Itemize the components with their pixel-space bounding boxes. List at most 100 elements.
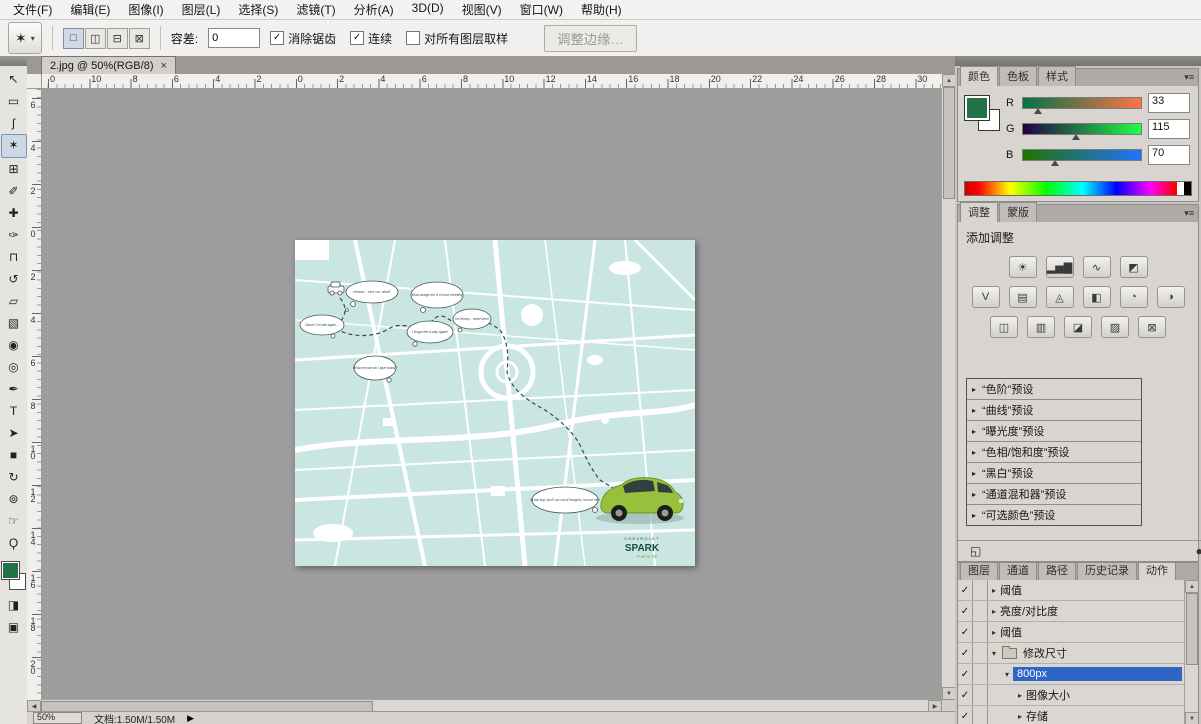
action-dialog-toggle[interactable] bbox=[973, 622, 988, 642]
actions-scroll-thumb[interactable] bbox=[1186, 593, 1198, 665]
eraser-tool[interactable]: ▱ bbox=[2, 290, 26, 312]
expand-triangle-icon[interactable]: ▸ bbox=[972, 490, 976, 499]
action-check[interactable]: ✓ bbox=[958, 706, 973, 724]
panel-tab[interactable]: 颜色 bbox=[960, 66, 998, 86]
canvas-vertical-scrollbar[interactable]: ▲ ▼ bbox=[941, 74, 955, 700]
blur-tool[interactable]: ◉ bbox=[2, 334, 26, 356]
crop-tool[interactable]: ⊞ bbox=[2, 158, 26, 180]
panel-tab[interactable]: 图层 bbox=[960, 562, 998, 580]
panel-tab[interactable]: 动作 bbox=[1138, 562, 1176, 580]
expand-triangle-icon[interactable]: ▸ bbox=[972, 448, 976, 457]
menu-item[interactable]: 图像(I) bbox=[119, 0, 172, 19]
expand-triangle-icon[interactable]: ▸ bbox=[972, 469, 976, 478]
tool-preset-picker[interactable]: ✶ ▾ bbox=[8, 22, 42, 54]
posterize-adjustment-icon[interactable]: ▥ bbox=[1027, 316, 1055, 338]
checkbox-box[interactable]: ✓ bbox=[350, 31, 364, 45]
black-white-adjustment-icon[interactable]: ◧ bbox=[1083, 286, 1111, 308]
action-check[interactable]: ✓ bbox=[958, 685, 973, 705]
selective-color-adjustment-icon[interactable]: ⊠ bbox=[1138, 316, 1166, 338]
preset-row[interactable]: ▸“曝光度”预设 bbox=[967, 421, 1141, 442]
checkbox-box[interactable] bbox=[406, 31, 420, 45]
white-black-swatches[interactable] bbox=[1177, 182, 1191, 195]
scroll-down-icon[interactable]: ▼ bbox=[1185, 712, 1199, 724]
threshold-adjustment-icon[interactable]: ◪ bbox=[1064, 316, 1092, 338]
action-row[interactable]: ✓▸阈值 bbox=[958, 580, 1185, 601]
eyedropper-tool[interactable]: ✐ bbox=[2, 180, 26, 202]
menu-item[interactable]: 编辑(E) bbox=[61, 0, 119, 19]
preset-row[interactable]: ▸“黑白”预设 bbox=[967, 463, 1141, 484]
path-selection-tool[interactable]: ➤ bbox=[2, 422, 26, 444]
action-check[interactable]: ✓ bbox=[958, 622, 973, 642]
preset-row[interactable]: ▸“色相/饱和度”预设 bbox=[967, 442, 1141, 463]
panel-menu-icon[interactable]: ▾≡ bbox=[1184, 208, 1194, 219]
menu-item[interactable]: 滤镜(T) bbox=[287, 0, 344, 19]
action-row[interactable]: ✓▸图像大小 bbox=[958, 685, 1185, 706]
color-spectrum-ramp[interactable] bbox=[964, 181, 1192, 196]
expand-triangle-icon[interactable]: ▾ bbox=[992, 649, 996, 658]
expand-triangle-icon[interactable]: ▸ bbox=[992, 607, 996, 616]
channel-slider[interactable] bbox=[1022, 149, 1142, 161]
menu-item[interactable]: 图层(L) bbox=[173, 0, 230, 19]
menu-item[interactable]: 视图(V) bbox=[453, 0, 511, 19]
expand-triangle-icon[interactable]: ▸ bbox=[1018, 712, 1022, 721]
photo-filter-adjustment-icon[interactable]: ◔ bbox=[1120, 286, 1148, 308]
action-check[interactable]: ✓ bbox=[958, 601, 973, 621]
channel-value[interactable]: 33 bbox=[1148, 93, 1190, 113]
expand-triangle-icon[interactable]: ▾ bbox=[1005, 670, 1009, 679]
scroll-up-icon[interactable]: ▲ bbox=[1185, 580, 1199, 593]
panel-tab[interactable]: 调整 bbox=[960, 202, 998, 222]
levels-adjustment-icon[interactable]: ▂▅▇ bbox=[1046, 256, 1074, 278]
menu-item[interactable]: 3D(D) bbox=[403, 0, 453, 19]
tools-panel-grip[interactable] bbox=[0, 56, 27, 66]
action-dialog-toggle[interactable] bbox=[973, 601, 988, 621]
panel-tab[interactable]: 通道 bbox=[999, 562, 1037, 580]
action-check[interactable]: ✓ bbox=[958, 643, 973, 663]
slider-thumb[interactable] bbox=[1072, 134, 1080, 140]
scroll-up-icon[interactable]: ▲ bbox=[942, 74, 956, 87]
actions-scrollbar[interactable]: ▲ ▼ bbox=[1184, 580, 1198, 724]
menu-item[interactable]: 选择(S) bbox=[229, 0, 287, 19]
vertical-scroll-thumb[interactable] bbox=[943, 87, 955, 199]
channel-value[interactable]: 70 bbox=[1148, 145, 1190, 165]
zoom-level[interactable]: 50% bbox=[33, 712, 82, 724]
panel-tab[interactable]: 历史记录 bbox=[1077, 562, 1137, 580]
hue-saturation-adjustment-icon[interactable]: ▤ bbox=[1009, 286, 1037, 308]
action-dialog-toggle[interactable] bbox=[973, 580, 988, 600]
3d-rotate-tool[interactable]: ↻ bbox=[2, 466, 26, 488]
panel-tab[interactable]: 路径 bbox=[1038, 562, 1076, 580]
magic-wand-tool[interactable]: ✶ bbox=[1, 134, 27, 158]
clip-reset-icons[interactable]: ●● bbox=[1196, 544, 1201, 558]
history-brush-tool[interactable]: ↺ bbox=[2, 268, 26, 290]
action-check[interactable]: ✓ bbox=[958, 580, 973, 600]
checkbox-sample-all-layers[interactable]: 对所有图层取样 bbox=[406, 30, 508, 47]
action-row[interactable]: ✓▾800px bbox=[958, 664, 1185, 685]
tolerance-input[interactable] bbox=[208, 28, 260, 48]
panel-tab[interactable]: 样式 bbox=[1038, 66, 1076, 86]
screen-mode-button[interactable]: ▣ bbox=[2, 616, 26, 638]
action-dialog-toggle[interactable] bbox=[973, 643, 988, 663]
refine-edge-button[interactable]: 调整边缘… bbox=[544, 25, 637, 52]
expand-triangle-icon[interactable]: ▸ bbox=[972, 406, 976, 415]
checkbox-contiguous[interactable]: ✓连续 bbox=[350, 30, 392, 47]
lasso-tool[interactable]: ʃ bbox=[2, 112, 26, 134]
scroll-down-icon[interactable]: ▼ bbox=[942, 687, 956, 700]
preset-row[interactable]: ▸“通道混和器”预设 bbox=[967, 484, 1141, 505]
marquee-tool[interactable]: ▭ bbox=[2, 90, 26, 112]
shape-tool[interactable]: ■ bbox=[2, 444, 26, 466]
action-row[interactable]: ✓▸存储 bbox=[958, 706, 1185, 724]
move-tool[interactable]: ↖ bbox=[2, 68, 26, 90]
brush-tool[interactable]: ✑ bbox=[2, 224, 26, 246]
document-image[interactable]: Hmmm... nice car, what? Must dodge the 8… bbox=[295, 240, 695, 566]
slider-thumb[interactable] bbox=[1051, 160, 1059, 166]
document-tab[interactable]: 2.jpg @ 50%(RGB/8) × bbox=[41, 56, 176, 74]
status-flyout-icon[interactable]: ▶ bbox=[187, 713, 194, 724]
type-tool[interactable]: T bbox=[2, 400, 26, 422]
menu-item[interactable]: 帮助(H) bbox=[572, 0, 631, 19]
healing-brush-tool[interactable]: ✚ bbox=[2, 202, 26, 224]
panel-tab[interactable]: 蒙版 bbox=[999, 202, 1037, 222]
action-check[interactable]: ✓ bbox=[958, 664, 973, 684]
panel-tab[interactable]: 色板 bbox=[999, 66, 1037, 86]
expand-triangle-icon[interactable]: ▸ bbox=[972, 427, 976, 436]
gradient-tool[interactable]: ▧ bbox=[2, 312, 26, 334]
foreground-color-swatch[interactable] bbox=[2, 562, 19, 579]
